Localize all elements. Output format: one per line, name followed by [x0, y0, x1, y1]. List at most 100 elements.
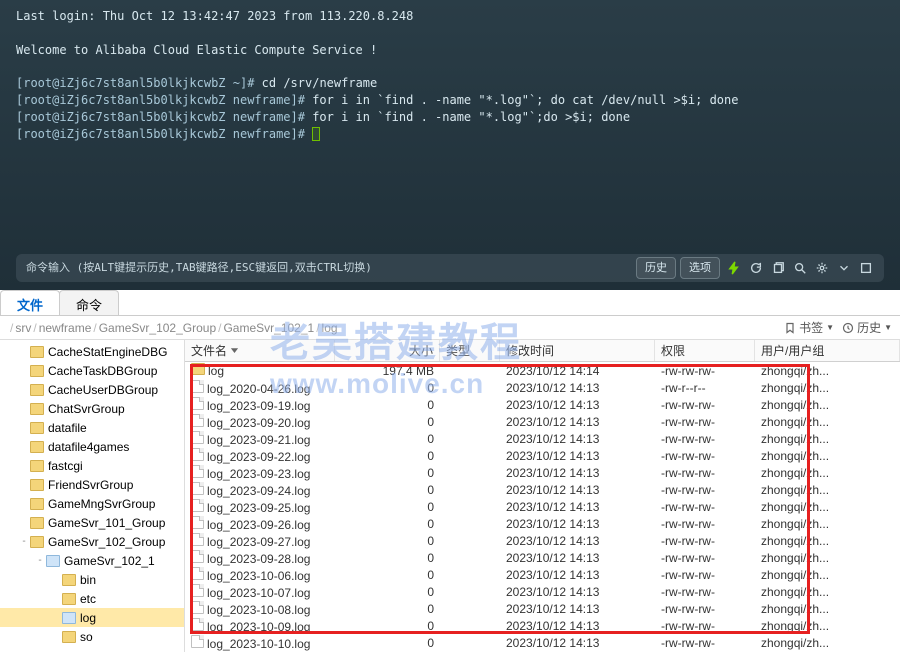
folder-icon	[30, 517, 44, 529]
tree-item-FriendSvrGroup[interactable]: FriendSvrGroup	[0, 475, 184, 494]
file-row[interactable]: log_2023-10-06.log02023/10/12 14:13-rw-r…	[185, 566, 900, 583]
file-row[interactable]: log_2023-09-21.log02023/10/12 14:13-rw-r…	[185, 430, 900, 447]
file-row[interactable]: log_2023-09-25.log02023/10/12 14:13-rw-r…	[185, 498, 900, 515]
file-row[interactable]: log_2023-10-09.log02023/10/12 14:13-rw-r…	[185, 617, 900, 634]
tab-commands[interactable]: 命令	[59, 290, 119, 315]
terminal-line: [root@iZj6c7st8anl5b0lkjkcwbZ newframe]#	[16, 126, 884, 143]
folder-icon	[191, 363, 205, 375]
copy-icon[interactable]	[770, 260, 786, 276]
file-icon	[191, 550, 204, 563]
file-icon	[191, 431, 204, 444]
chevron-down-icon[interactable]	[836, 260, 852, 276]
path-segment[interactable]: log	[322, 321, 338, 335]
tree-item-GameSvr_101_Group[interactable]: GameSvr_101_Group	[0, 513, 184, 532]
tree-item-bin[interactable]: bin	[0, 570, 184, 589]
path-segment[interactable]: GameSvr_102_1	[223, 321, 314, 335]
tree-item-etc[interactable]: etc	[0, 589, 184, 608]
tree-item-ChatSvrGroup[interactable]: ChatSvrGroup	[0, 399, 184, 418]
path-bar: /srv/newframe/GameSvr_102_Group/GameSvr_…	[0, 316, 900, 340]
tree-item-datafile4games[interactable]: datafile4games	[0, 437, 184, 456]
tree-item-fastcgi[interactable]: fastcgi	[0, 456, 184, 475]
file-row[interactable]: log_2023-10-10.log02023/10/12 14:13-rw-r…	[185, 634, 900, 651]
list-header: 文件名 大小 类型 修改时间 权限 用户/用户组	[185, 340, 900, 362]
tree-item-CacheTaskDBGroup[interactable]: CacheTaskDBGroup	[0, 361, 184, 380]
file-icon	[191, 533, 204, 546]
folder-icon	[30, 441, 44, 453]
file-row[interactable]: log_2023-09-26.log02023/10/12 14:13-rw-r…	[185, 515, 900, 532]
file-icon	[191, 516, 204, 529]
file-row[interactable]: log_2023-10-07.log02023/10/12 14:13-rw-r…	[185, 583, 900, 600]
path-segment[interactable]: newframe	[39, 321, 92, 335]
terminal-line: [root@iZj6c7st8anl5b0lkjkcwbZ newframe]#…	[16, 109, 884, 126]
refresh-icon[interactable]	[748, 260, 764, 276]
tree-item-log[interactable]: log	[0, 608, 184, 627]
folder-icon	[62, 612, 76, 624]
file-icon	[191, 618, 204, 631]
options-button[interactable]: 选项	[680, 257, 720, 278]
file-row[interactable]: log_2020-04-26.log02023/10/12 14:13-rw-r…	[185, 379, 900, 396]
bookmark-button[interactable]: 书签▼	[784, 319, 834, 336]
tree-item-CacheStatEngineDBG[interactable]: CacheStatEngineDBG	[0, 342, 184, 361]
path-segment[interactable]: srv	[15, 321, 31, 335]
file-icon	[191, 601, 204, 614]
last-login-line: Last login: Thu Oct 12 13:42:47 2023 fro…	[16, 8, 884, 25]
col-size[interactable]: 大小	[335, 340, 440, 361]
tree-item-GameMngSvrGroup[interactable]: GameMngSvrGroup	[0, 494, 184, 513]
panel-tabs: 文件 命令	[0, 290, 900, 316]
file-row[interactable]: log_2023-09-28.log02023/10/12 14:13-rw-r…	[185, 549, 900, 566]
folder-tree[interactable]: CacheStatEngineDBGCacheTaskDBGroupCacheU…	[0, 340, 185, 652]
file-row[interactable]: log_2023-09-23.log02023/10/12 14:13-rw-r…	[185, 464, 900, 481]
col-perm[interactable]: 权限	[655, 340, 755, 361]
tree-item-datafile[interactable]: datafile	[0, 418, 184, 437]
file-icon	[191, 567, 204, 580]
col-date[interactable]: 修改时间	[500, 340, 655, 361]
folder-icon	[30, 346, 44, 358]
folder-icon	[30, 384, 44, 396]
col-type[interactable]: 类型	[440, 340, 500, 361]
file-list: 文件名 大小 类型 修改时间 权限 用户/用户组 log197.4 MB2023…	[185, 340, 900, 652]
tab-files[interactable]: 文件	[0, 290, 60, 315]
tree-item-CacheUserDBGroup[interactable]: CacheUserDBGroup	[0, 380, 184, 399]
terminal-line: [root@iZj6c7st8anl5b0lkjkcwbZ ~]# cd /sr…	[16, 75, 884, 92]
file-row[interactable]: log_2023-10-08.log02023/10/12 14:13-rw-r…	[185, 600, 900, 617]
folder-icon	[30, 479, 44, 491]
tree-item-so[interactable]: so	[0, 627, 184, 646]
folder-icon	[46, 555, 60, 567]
expand-icon[interactable]	[858, 260, 874, 276]
file-icon	[191, 380, 204, 393]
file-row[interactable]: log197.4 MB2023/10/12 14:14-rw-rw-rw-zho…	[185, 362, 900, 379]
file-icon	[191, 584, 204, 597]
search-icon[interactable]	[792, 260, 808, 276]
tree-expander[interactable]: -	[34, 555, 46, 566]
tree-expander[interactable]: -	[18, 536, 30, 547]
folder-icon	[30, 460, 44, 472]
file-icon	[191, 397, 204, 410]
tree-item-GameSvr_102_1[interactable]: -GameSvr_102_1	[0, 551, 184, 570]
tree-item-GameSvr_102_Group[interactable]: -GameSvr_102_Group	[0, 532, 184, 551]
file-row[interactable]: log_2023-09-27.log02023/10/12 14:13-rw-r…	[185, 532, 900, 549]
command-hint: 命令输入 (按ALT键提示历史,TAB键路径,ESC键返回,双击CTRL切换)	[26, 260, 632, 275]
file-row[interactable]: log_2023-09-19.log02023/10/12 14:13-rw-r…	[185, 396, 900, 413]
file-row[interactable]: log_2023-09-24.log02023/10/12 14:13-rw-r…	[185, 481, 900, 498]
file-icon	[191, 448, 204, 461]
folder-icon	[30, 498, 44, 510]
col-name[interactable]: 文件名	[185, 340, 335, 361]
file-row[interactable]: log_2023-09-20.log02023/10/12 14:13-rw-r…	[185, 413, 900, 430]
file-icon	[191, 465, 204, 478]
terminal-pane[interactable]: Last login: Thu Oct 12 13:42:47 2023 fro…	[0, 0, 900, 290]
command-input-bar[interactable]: 命令输入 (按ALT键提示历史,TAB键路径,ESC键返回,双击CTRL切换) …	[16, 254, 884, 282]
col-user[interactable]: 用户/用户组	[755, 340, 900, 361]
folder-icon	[62, 593, 76, 605]
history-button[interactable]: 历史	[636, 257, 676, 278]
file-row[interactable]: log_2023-09-22.log02023/10/12 14:13-rw-r…	[185, 447, 900, 464]
file-icon	[191, 414, 204, 427]
terminal-line: [root@iZj6c7st8anl5b0lkjkcwbZ newframe]#…	[16, 92, 884, 109]
file-icon	[191, 499, 204, 512]
file-icon	[191, 482, 204, 495]
path-segment[interactable]: GameSvr_102_Group	[99, 321, 216, 335]
gear-icon[interactable]	[814, 260, 830, 276]
breadcrumb[interactable]: /srv/newframe/GameSvr_102_Group/GameSvr_…	[8, 321, 776, 335]
bolt-icon[interactable]	[726, 260, 742, 276]
path-history-button[interactable]: 历史▼	[842, 319, 892, 336]
folder-icon	[62, 574, 76, 586]
